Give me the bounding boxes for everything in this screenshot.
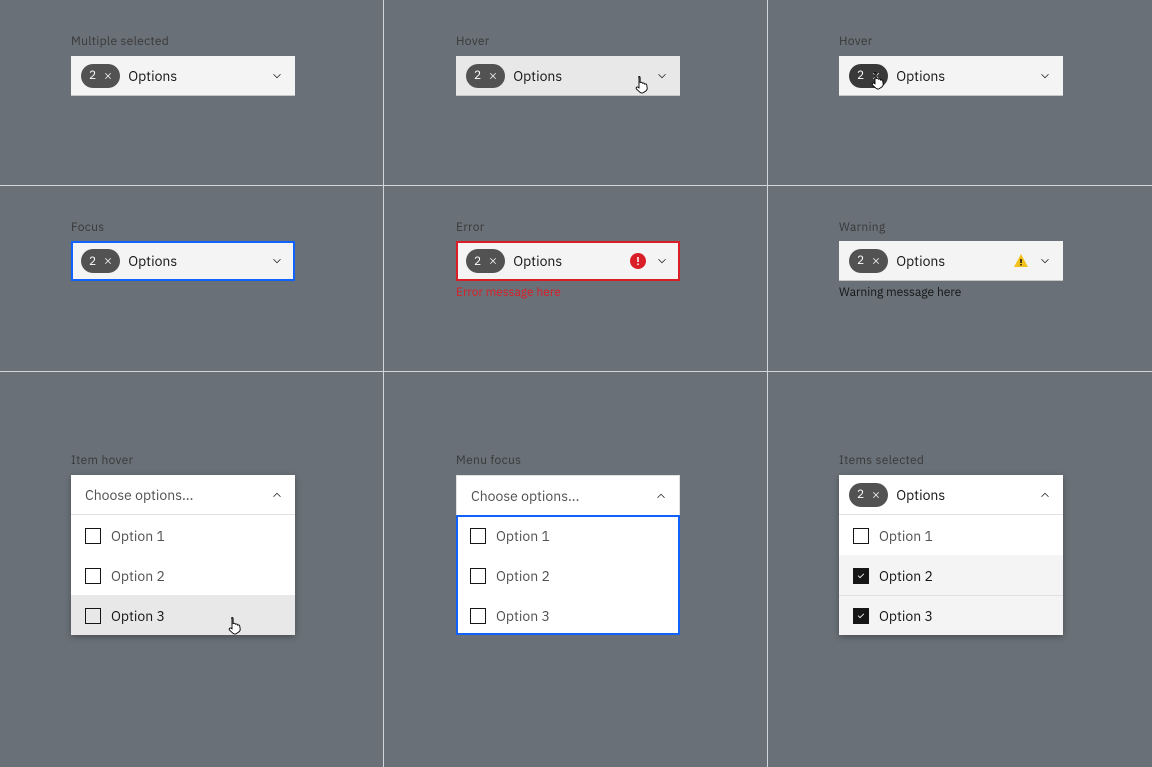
warning-message: Warning message here [839, 285, 1063, 300]
selection-count: 2 [857, 487, 864, 502]
selection-tag[interactable]: 2 [849, 249, 888, 273]
field-text: Options [128, 67, 177, 85]
field-placeholder: Choose options... [471, 487, 579, 505]
checkbox-icon[interactable] [470, 568, 486, 584]
field-placeholder: Choose options... [85, 486, 193, 504]
option-label: Option 1 [879, 527, 933, 545]
state-label: Warning [839, 220, 886, 235]
clear-selection-icon[interactable] [868, 253, 884, 269]
state-label: Item hover [71, 453, 133, 468]
menu-option[interactable]: Option 3 [839, 595, 1063, 635]
state-label: Focus [71, 220, 104, 235]
menu-option[interactable]: Option 3 [71, 595, 295, 635]
error-icon [630, 253, 646, 269]
field-text: Options [513, 252, 562, 270]
selection-tag[interactable]: 2 [466, 249, 505, 273]
state-label: Items selected [839, 453, 924, 468]
option-label: Option 1 [111, 527, 165, 545]
clear-selection-icon[interactable] [100, 68, 116, 84]
chevron-down-icon [654, 253, 670, 269]
field-text: Options [128, 252, 177, 270]
checkbox-icon[interactable] [85, 568, 101, 584]
chevron-up-icon [653, 488, 669, 504]
multiselect-field[interactable]: 2 Options [71, 241, 295, 281]
chevron-down-icon [1037, 253, 1053, 269]
option-label: Option 3 [111, 607, 165, 625]
multiselect-menu: 2 Options Option 1 [839, 475, 1063, 635]
multiselect-menu: Choose options... Option 1 Option 2 Opti… [71, 475, 295, 635]
menu-option[interactable]: Option 3 [456, 595, 680, 635]
menu-option[interactable]: Option 2 [839, 555, 1063, 595]
selection-count: 2 [474, 68, 481, 83]
field-text: Options [513, 67, 562, 85]
checkbox-icon[interactable] [470, 528, 486, 544]
checkbox-icon[interactable] [470, 608, 486, 624]
chevron-down-icon [1037, 68, 1053, 84]
multiselect-field[interactable]: Choose options... [456, 475, 680, 515]
state-label: Hover [456, 34, 490, 49]
option-label: Option 2 [111, 567, 165, 585]
option-label: Option 3 [879, 607, 933, 625]
checkbox-icon[interactable] [85, 608, 101, 624]
state-label: Error [456, 220, 484, 235]
multiselect-field[interactable]: 2 Options [839, 56, 1063, 96]
warning-icon [1013, 253, 1029, 269]
option-label: Option 2 [879, 567, 933, 585]
clear-selection-icon[interactable] [868, 68, 884, 84]
menu-option[interactable]: Option 1 [839, 515, 1063, 555]
state-label: Multiple selected [71, 34, 169, 49]
multiselect-field[interactable]: 2 Options [839, 241, 1063, 281]
chevron-down-icon [269, 68, 285, 84]
menu-option[interactable]: Option 1 [456, 515, 680, 555]
chevron-down-icon [269, 253, 285, 269]
selection-count: 2 [89, 68, 96, 83]
multiselect-field[interactable]: Choose options... [71, 475, 295, 515]
chevron-down-icon [654, 68, 670, 84]
multiselect-field[interactable]: 2 Options [456, 56, 680, 96]
chevron-up-icon [1037, 487, 1053, 503]
error-message: Error message here [456, 285, 680, 300]
clear-selection-icon[interactable] [485, 253, 501, 269]
multiselect-options-list: Option 1 Option 2 Option 3 [456, 515, 680, 635]
selection-count: 2 [857, 253, 864, 268]
checkbox-icon[interactable] [853, 528, 869, 544]
clear-selection-icon[interactable] [100, 253, 116, 269]
field-text: Options [896, 67, 945, 85]
selection-tag[interactable]: 2 [81, 64, 120, 88]
checkbox-icon[interactable] [85, 528, 101, 544]
clear-selection-icon[interactable] [485, 68, 501, 84]
selection-tag[interactable]: 2 [466, 64, 505, 88]
checkbox-checked-icon[interactable] [853, 608, 869, 624]
selection-count: 2 [89, 254, 96, 269]
menu-option[interactable]: Option 2 [456, 555, 680, 595]
field-text: Options [896, 252, 945, 270]
field-text: Options [896, 486, 945, 504]
selection-count: 2 [857, 68, 864, 83]
option-label: Option 2 [496, 567, 550, 585]
multiselect-field[interactable]: 2 Options [456, 241, 680, 281]
clear-selection-icon[interactable] [868, 487, 884, 503]
chevron-up-icon [269, 487, 285, 503]
checkbox-checked-icon[interactable] [853, 568, 869, 584]
selection-tag[interactable]: 2 [81, 249, 120, 273]
option-label: Option 3 [496, 607, 550, 625]
multiselect-field[interactable]: 2 Options [839, 475, 1063, 515]
menu-option[interactable]: Option 1 [71, 515, 295, 555]
menu-option[interactable]: Option 2 [71, 555, 295, 595]
multiselect-menu: Choose options... Option 1 Option 2 [456, 475, 680, 635]
option-label: Option 1 [496, 527, 550, 545]
selection-tag[interactable]: 2 [849, 64, 888, 88]
state-label: Hover [839, 34, 873, 49]
selection-count: 2 [474, 254, 481, 269]
state-label: Menu focus [456, 453, 521, 468]
selection-tag[interactable]: 2 [849, 483, 888, 507]
multiselect-field[interactable]: 2 Options [71, 56, 295, 96]
